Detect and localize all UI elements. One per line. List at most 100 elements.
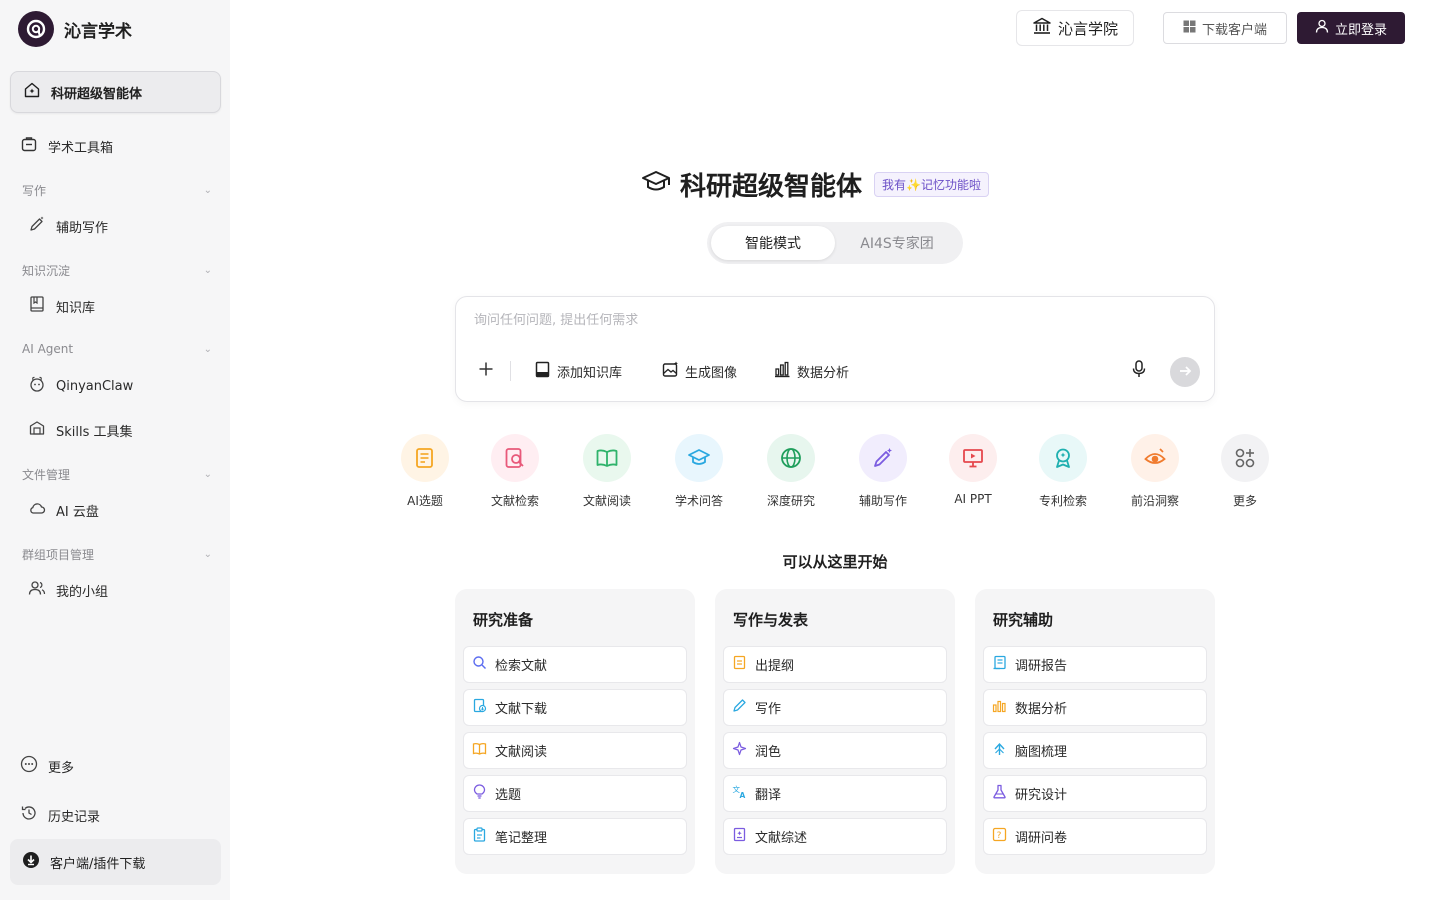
- nav-super-agent[interactable]: 科研超级智能体: [10, 71, 221, 113]
- app-academic-qa[interactable]: 学术问答: [664, 434, 734, 509]
- login-button[interactable]: 立即登录: [1297, 12, 1405, 44]
- card-item-label: 调研报告: [1015, 659, 1068, 674]
- add-knowledge-base-button[interactable]: 添加知识库: [534, 359, 622, 383]
- card-item-mindmap[interactable]: 脑图梳理: [983, 732, 1207, 769]
- arrow-right-icon: [1178, 363, 1192, 382]
- card-item-label: 脑图梳理: [1015, 745, 1068, 760]
- nav-toolbox[interactable]: 学术工具箱: [10, 128, 221, 164]
- graduation-cap-icon: [640, 166, 672, 202]
- card-item-read-literature[interactable]: 文献阅读: [463, 732, 687, 769]
- card-item-research-design[interactable]: 研究设计: [983, 775, 1207, 812]
- sidebar-item-qinyanclaw[interactable]: QinyanClaw: [28, 370, 133, 402]
- section-files-title: 文件管理: [22, 468, 71, 482]
- insight-eye-icon: [1131, 434, 1179, 482]
- card-item-questionnaire[interactable]: ? 调研问卷: [983, 818, 1207, 855]
- app-deep-research[interactable]: 深度研究: [756, 434, 826, 509]
- app-ai-topic[interactable]: AI选题: [390, 434, 460, 509]
- nav-history[interactable]: 历史记录: [10, 797, 221, 833]
- questionnaire-icon: ?: [992, 827, 1007, 846]
- card-item-label: 翻译: [755, 788, 782, 803]
- send-button[interactable]: [1170, 357, 1200, 387]
- chevron-down-icon: ⌄: [203, 469, 212, 480]
- plus-icon: [478, 358, 494, 383]
- section-knowledge[interactable]: 知识沉淀 ⌄: [22, 262, 212, 279]
- card-item-translate[interactable]: 文A 翻译: [723, 775, 947, 812]
- card-item-literature-review[interactable]: 文献综述: [723, 818, 947, 855]
- page-title: 科研超级智能体: [680, 171, 863, 202]
- app-frontier-insight[interactable]: 前沿洞察: [1120, 434, 1190, 509]
- nav-more[interactable]: 更多: [10, 748, 221, 784]
- login-label: 立即登录: [1334, 22, 1387, 38]
- sidebar-item-label: Skills 工具集: [56, 424, 133, 440]
- app-literature-search[interactable]: 文献检索: [480, 434, 550, 509]
- sidebar-item-ai-cloud[interactable]: AI 云盘: [28, 494, 99, 526]
- sidebar-item-skills[interactable]: Skills 工具集: [28, 414, 133, 446]
- divider: [510, 361, 511, 381]
- app-assisted-writing[interactable]: 辅助写作: [848, 434, 918, 509]
- card-item-label: 笔记整理: [495, 831, 548, 846]
- bar-chart-icon: [992, 698, 1007, 717]
- file-download-icon: [472, 698, 487, 717]
- chevron-down-icon: ⌄: [203, 265, 212, 276]
- card-item-write[interactable]: 写作: [723, 689, 947, 726]
- app-label: 辅助写作: [858, 494, 907, 508]
- report-icon: [992, 655, 1007, 674]
- data-analysis-button[interactable]: 数据分析: [774, 359, 849, 383]
- card-title: 研究准备: [473, 611, 534, 629]
- section-ai-agent[interactable]: AI Agent ⌄: [22, 342, 212, 356]
- nav-super-agent-label: 科研超级智能体: [51, 86, 143, 102]
- section-files[interactable]: 文件管理 ⌄: [22, 466, 212, 483]
- voice-input-button[interactable]: [1128, 359, 1150, 383]
- tool-label: 添加知识库: [557, 365, 623, 381]
- nav-history-label: 历史记录: [48, 809, 101, 825]
- hero: 科研超级智能体 我有✨记忆功能啦: [640, 166, 989, 202]
- add-attachment-button[interactable]: [474, 357, 498, 383]
- generate-image-button[interactable]: 生成图像: [662, 359, 737, 383]
- academy-label: 沁言学院: [1057, 19, 1118, 38]
- tab-smart-mode[interactable]: 智能模式: [711, 226, 835, 260]
- card-title: 研究辅助: [993, 611, 1054, 629]
- card-item-notes[interactable]: 笔记整理: [463, 818, 687, 855]
- card-item-data-analysis[interactable]: 数据分析: [983, 689, 1207, 726]
- sidebar-item-knowledge-base[interactable]: 知识库: [28, 290, 95, 322]
- skills-box-icon: [28, 419, 46, 441]
- outline-icon: [732, 655, 747, 674]
- card-item-topic[interactable]: 选题: [463, 775, 687, 812]
- sidebar-item-assisted-writing[interactable]: 辅助写作: [28, 210, 108, 242]
- section-ai-agent-title: AI Agent: [22, 342, 74, 356]
- download-client-button[interactable]: 下载客户端: [1163, 12, 1287, 44]
- app-patent-search[interactable]: 专利检索: [1028, 434, 1098, 509]
- card-item-label: 出提纲: [755, 659, 795, 674]
- app-label: 文献检索: [490, 494, 539, 508]
- brand-logo-icon: [18, 11, 54, 47]
- academy-button[interactable]: 沁言学院: [1016, 10, 1134, 46]
- app-label: 更多: [1232, 494, 1257, 508]
- card-item-label: 研究设计: [1015, 788, 1068, 803]
- section-writing[interactable]: 写作 ⌄: [22, 182, 212, 199]
- mode-switch: 智能模式 AI4S专家团: [707, 222, 963, 264]
- card-item-survey-report[interactable]: 调研报告: [983, 646, 1207, 683]
- sidebar-item-label: 辅助写作: [56, 220, 109, 236]
- app-literature-reading[interactable]: 文献阅读: [572, 434, 642, 509]
- search-icon: [472, 655, 487, 674]
- card-item-download-literature[interactable]: 文献下载: [463, 689, 687, 726]
- graduation-cap-icon: [675, 434, 723, 482]
- download-client-plugin-button[interactable]: 客户端/插件下载: [10, 839, 221, 885]
- more-dots-icon: [20, 755, 38, 777]
- chat-input[interactable]: [474, 313, 1174, 328]
- cloud-icon: [28, 499, 46, 521]
- app-ai-ppt[interactable]: AI PPT: [938, 434, 1008, 506]
- pencil-icon: [732, 698, 747, 717]
- card-item-polish[interactable]: 润色: [723, 732, 947, 769]
- card-item-outline[interactable]: 出提纲: [723, 646, 947, 683]
- tab-ai4s-expert-team[interactable]: AI4S专家团: [835, 226, 959, 260]
- sidebar-item-my-group[interactable]: 我的小组: [28, 574, 108, 606]
- card-research-prep: 研究准备 检索文献 文献下载 文献阅读 选题 笔记整理: [455, 589, 695, 874]
- section-knowledge-title: 知识沉淀: [22, 264, 71, 278]
- card-item-search-literature[interactable]: 检索文献: [463, 646, 687, 683]
- client-label: 下载客户端: [1201, 22, 1267, 38]
- image-gen-icon: [662, 361, 679, 382]
- brand[interactable]: 沁言学术: [18, 10, 132, 48]
- app-more[interactable]: 更多: [1210, 434, 1280, 509]
- institution-icon: [1032, 16, 1052, 40]
